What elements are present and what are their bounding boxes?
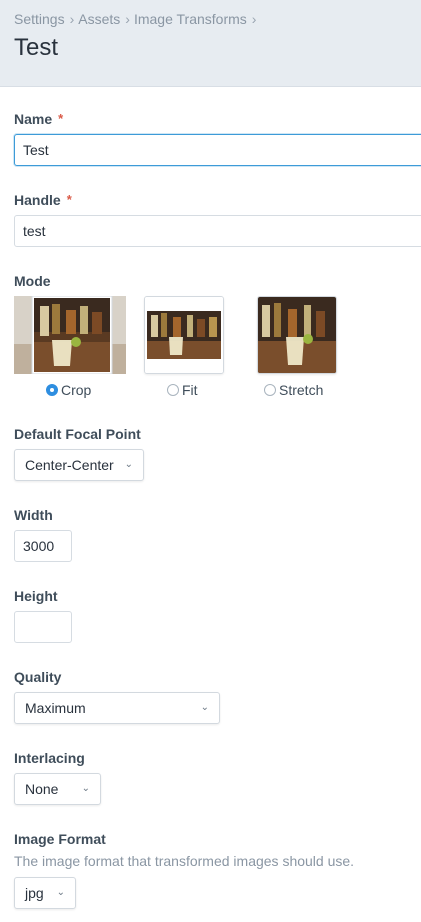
radio-unchecked-icon[interactable] <box>264 384 276 396</box>
chevron-down-icon: ⌄ <box>200 702 209 713</box>
focal-point-select[interactable]: Center-Center ⌄ <box>14 449 144 481</box>
breadcrumb-separator: › <box>125 11 130 27</box>
interlacing-label-text: Interlacing <box>14 750 85 766</box>
image-format-value: jpg <box>25 885 44 901</box>
breadcrumb-item-image-transforms[interactable]: Image Transforms <box>134 11 247 27</box>
image-format-instructions: The image format that transformed images… <box>14 853 355 869</box>
stretch-image-icon <box>258 297 336 373</box>
mode-option-crop[interactable]: Crop <box>46 382 91 398</box>
breadcrumb-separator: › <box>251 11 257 27</box>
quality-label-text: Quality <box>14 669 62 685</box>
focal-point-label-text: Default Focal Point <box>14 426 141 442</box>
mode-stretch-thumbnail[interactable] <box>257 296 337 374</box>
mode-option-label: Stretch <box>279 382 324 398</box>
image-format-label: Image Format <box>14 831 106 847</box>
image-format-select[interactable]: jpg ⌄ <box>14 877 76 909</box>
mode-option-stretch[interactable]: Stretch <box>264 382 323 398</box>
breadcrumb-item-assets[interactable]: Assets <box>78 11 120 27</box>
mode-label-text: Mode <box>14 273 51 289</box>
height-input[interactable] <box>14 611 72 643</box>
required-icon: * <box>66 192 72 207</box>
radio-unchecked-icon[interactable] <box>167 384 179 396</box>
page-title: Test <box>14 34 59 61</box>
radio-checked-icon[interactable] <box>46 384 58 396</box>
breadcrumb-item-settings[interactable]: Settings <box>14 11 65 27</box>
mode-fit-thumbnail[interactable] <box>144 296 224 374</box>
name-input[interactable] <box>14 134 421 166</box>
interlacing-label: Interlacing <box>14 750 85 766</box>
width-input[interactable] <box>14 530 72 562</box>
mode-option-label: Crop <box>61 382 92 398</box>
width-label: Width <box>14 507 53 523</box>
interlacing-value: None <box>25 781 59 797</box>
required-icon: * <box>58 111 64 126</box>
quality-value: Maximum <box>25 700 86 716</box>
chevron-down-icon: ⌄ <box>124 459 133 470</box>
quality-select[interactable]: Maximum ⌄ <box>14 692 220 724</box>
interlacing-select[interactable]: None ⌄ <box>14 773 101 805</box>
mode-label: Mode <box>14 273 51 289</box>
focal-point-value: Center-Center <box>25 457 114 473</box>
handle-input[interactable] <box>14 215 421 247</box>
quality-label: Quality <box>14 669 61 685</box>
name-label-text: Name <box>14 111 53 127</box>
crop-image-icon <box>14 295 126 375</box>
mode-crop-thumbnail[interactable] <box>14 295 126 375</box>
mode-option-label: Fit <box>182 382 198 398</box>
handle-label: Handle * <box>14 192 72 208</box>
fit-image-icon <box>145 297 223 373</box>
image-format-label-text: Image Format <box>14 831 106 847</box>
height-label: Height <box>14 588 58 604</box>
chevron-down-icon: ⌄ <box>81 783 90 794</box>
focal-point-label: Default Focal Point <box>14 426 141 442</box>
page-header: Settings › Assets › Image Transforms › Test <box>0 0 421 87</box>
chevron-down-icon: ⌄ <box>56 887 65 898</box>
width-label-text: Width <box>14 507 53 523</box>
height-label-text: Height <box>14 588 58 604</box>
breadcrumb: Settings › Assets › Image Transforms › <box>14 11 260 27</box>
breadcrumb-separator: › <box>69 11 75 27</box>
handle-label-text: Handle <box>14 192 61 208</box>
mode-option-fit[interactable]: Fit <box>167 382 198 398</box>
name-label: Name * <box>14 111 63 127</box>
